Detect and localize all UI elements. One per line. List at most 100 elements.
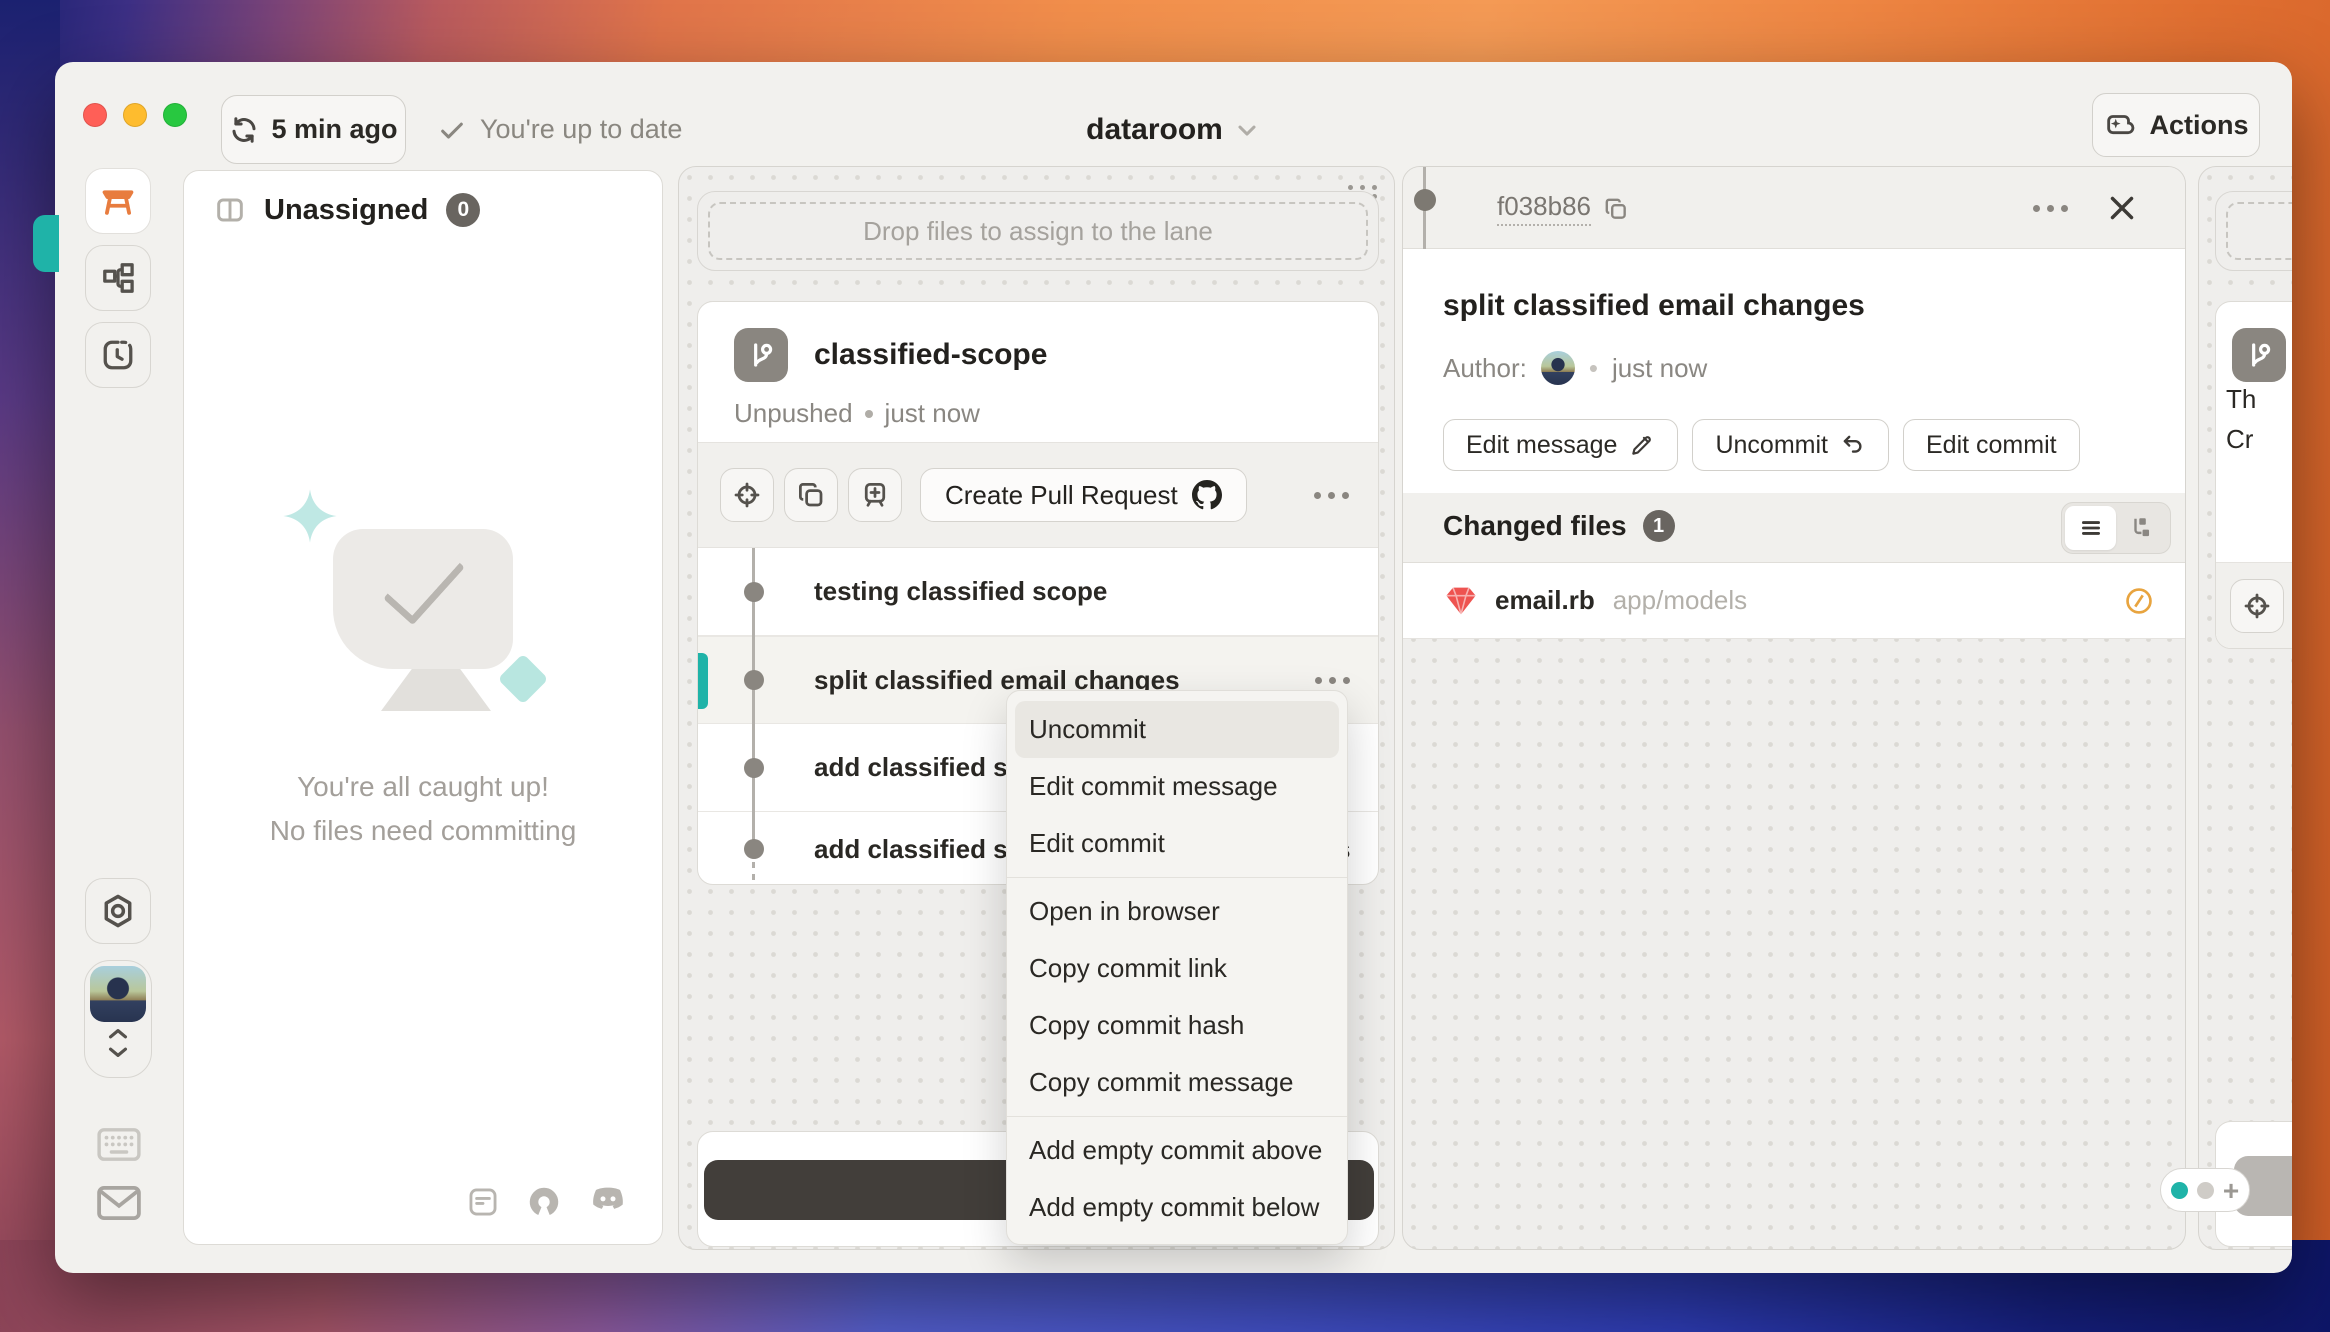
modified-status-icon bbox=[2123, 585, 2155, 617]
github-icon bbox=[1192, 480, 1222, 510]
actions-button[interactable]: Actions bbox=[2092, 93, 2260, 157]
empty-state: You're all caught up! No files need comm… bbox=[184, 501, 662, 853]
menu-separator bbox=[1007, 1116, 1347, 1117]
branch-status: Unpushedjust now bbox=[734, 398, 980, 429]
menu-item-add-empty-commit-above[interactable]: Add empty commit above bbox=[1007, 1122, 1347, 1179]
menu-item-copy-commit-message[interactable]: Copy commit message bbox=[1007, 1054, 1347, 1111]
pager-dot-active[interactable] bbox=[2171, 1182, 2188, 1199]
commit-detail-body: split classified email changes Author: •… bbox=[1403, 249, 2185, 493]
desktop: 5 min ago You're up to date dataroom Act… bbox=[0, 0, 2330, 1332]
changed-files-header: Changed files 1 bbox=[1403, 493, 2185, 563]
list-view-button[interactable] bbox=[2065, 506, 2116, 550]
detail-menu-button[interactable] bbox=[2025, 183, 2075, 233]
menu-separator bbox=[1007, 877, 1347, 878]
tree-icon bbox=[2129, 515, 2155, 541]
empty-line2: No files need committing bbox=[270, 809, 577, 853]
menu-item-copy-commit-link[interactable]: Copy commit link bbox=[1007, 940, 1347, 997]
pager-dot[interactable] bbox=[2197, 1182, 2214, 1199]
profile-switcher-icon bbox=[103, 1022, 133, 1064]
lane-pager: + bbox=[2160, 1168, 2250, 1212]
commit-hash-link[interactable]: f038b86 bbox=[1497, 191, 1591, 226]
pencil-icon bbox=[1629, 432, 1655, 458]
commit-detail-header: f038b86 bbox=[1403, 167, 2185, 249]
commit-dot bbox=[744, 839, 764, 859]
newsletter-button[interactable] bbox=[96, 1185, 142, 1221]
copy-hash-icon[interactable] bbox=[1603, 196, 1629, 222]
truncated-text: Th bbox=[2226, 384, 2256, 415]
edit-message-button[interactable]: Edit message bbox=[1443, 419, 1678, 471]
close-icon[interactable] bbox=[2103, 189, 2141, 227]
profile-switcher[interactable] bbox=[84, 960, 152, 1078]
workspace-icon bbox=[99, 182, 137, 220]
list-icon bbox=[2078, 515, 2104, 541]
edit-commit-button[interactable]: Edit commit bbox=[1903, 419, 2080, 471]
empty-line1: You're all caught up! bbox=[270, 765, 577, 809]
commit-message: testing classified scope bbox=[814, 576, 1107, 607]
commit-author-row: Author: • just now bbox=[1443, 351, 1707, 385]
branch-header[interactable]: classified-scope bbox=[734, 328, 1047, 382]
create-pr-button[interactable]: Create Pull Request bbox=[920, 468, 1247, 522]
discord-icon[interactable] bbox=[588, 1186, 628, 1218]
keyboard-shortcuts-button[interactable] bbox=[96, 1127, 142, 1163]
menu-item-add-empty-commit-below[interactable]: Add empty commit below bbox=[1007, 1179, 1347, 1236]
commit-graph-base bbox=[752, 862, 755, 886]
ruby-file-icon bbox=[1445, 586, 1477, 616]
menu-item-copy-commit-hash[interactable]: Copy commit hash bbox=[1007, 997, 1347, 1054]
copy-branch-button[interactable] bbox=[784, 468, 838, 522]
open-source-icon[interactable] bbox=[526, 1184, 562, 1220]
history-icon bbox=[100, 337, 136, 373]
changed-file-row[interactable]: email.rb app/models bbox=[1403, 563, 2185, 639]
mail-icon bbox=[96, 1185, 142, 1221]
lane-drop-zone[interactable]: Drop files to assign to the lane bbox=[697, 191, 1379, 271]
copy-icon bbox=[796, 480, 826, 510]
menu-item-edit-commit[interactable]: Edit commit bbox=[1007, 815, 1347, 872]
changelog-icon[interactable] bbox=[466, 1185, 500, 1219]
file-view-toggle bbox=[2061, 502, 2171, 554]
commit-dot bbox=[744, 758, 764, 778]
changed-files-label: Changed files bbox=[1443, 510, 1627, 542]
branch-menu-button[interactable] bbox=[1306, 470, 1356, 520]
target-branch-button[interactable] bbox=[720, 468, 774, 522]
workspace-edge-tab[interactable] bbox=[33, 215, 59, 272]
branch-name: classified-scope bbox=[814, 328, 1047, 382]
menu-item-open-in-browser[interactable]: Open in browser bbox=[1007, 883, 1347, 940]
lane-drop-zone[interactable] bbox=[2215, 191, 2292, 271]
next-branch-card[interactable]: Th Cr bbox=[2215, 301, 2292, 649]
chevron-down-icon bbox=[1233, 116, 1261, 144]
author-label: Author: bbox=[1443, 353, 1527, 384]
project-switcher[interactable]: dataroom bbox=[55, 95, 2292, 164]
target-branch-button[interactable] bbox=[2230, 579, 2284, 633]
split-view-icon bbox=[214, 194, 246, 226]
app-window: 5 min ago You're up to date dataroom Act… bbox=[55, 62, 2292, 1273]
keyboard-icon bbox=[96, 1127, 142, 1163]
sidebar-item-history[interactable] bbox=[85, 322, 151, 388]
sidebar-item-workspace[interactable] bbox=[85, 168, 151, 234]
changed-files-count-badge: 1 bbox=[1643, 510, 1675, 542]
uncommit-button[interactable]: Uncommit bbox=[1692, 419, 1889, 471]
commit-time: just now bbox=[1612, 353, 1707, 384]
assign-files-button[interactable] bbox=[848, 468, 902, 522]
add-lane-button[interactable]: + bbox=[2223, 1182, 2239, 1199]
drop-hint-text: Drop files to assign to the lane bbox=[863, 216, 1213, 247]
commit-context-menu: Uncommit Edit commit message Edit commit… bbox=[1006, 690, 1348, 1245]
commit-dot bbox=[744, 582, 764, 602]
project-name: dataroom bbox=[1086, 113, 1223, 147]
sidebar-item-branches[interactable] bbox=[85, 245, 151, 311]
commit-row[interactable]: testing classified scope bbox=[698, 548, 1378, 636]
target-icon bbox=[2242, 591, 2272, 621]
commit-dot bbox=[744, 670, 764, 690]
square-plus-icon bbox=[860, 480, 890, 510]
commit-message: add classified sc bbox=[814, 834, 1022, 865]
author-avatar bbox=[1541, 351, 1575, 385]
branch-push-state: Unpushed bbox=[734, 398, 853, 429]
menu-item-edit-commit-message[interactable]: Edit commit message bbox=[1007, 758, 1347, 815]
commit-message: add classified sc bbox=[814, 752, 1022, 783]
file-path: app/models bbox=[1613, 585, 1747, 616]
sparkle-icon bbox=[281, 487, 339, 545]
menu-item-uncommit[interactable]: Uncommit bbox=[1015, 701, 1339, 758]
settings-icon bbox=[99, 892, 137, 930]
tree-view-button[interactable] bbox=[2116, 506, 2167, 550]
unassigned-count-badge: 0 bbox=[446, 193, 480, 227]
settings-button[interactable] bbox=[85, 878, 151, 944]
file-name: email.rb bbox=[1495, 585, 1595, 616]
